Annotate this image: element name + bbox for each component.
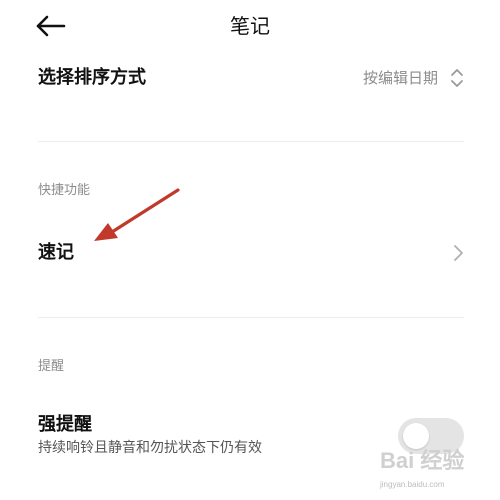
baidu-watermark: Bai 经验 jingyan.baidu.com <box>380 446 498 498</box>
watermark-main: Bai 经验 <box>380 448 465 473</box>
divider <box>38 317 464 318</box>
sort-order-value: 按编辑日期 <box>362 69 438 87</box>
chevron-right-icon <box>452 241 464 269</box>
chevron-up-down-icon <box>450 66 464 94</box>
strong-reminder-description: 持续响铃且静音和勿扰状态下仍有效 <box>38 440 262 456</box>
section-title-shortcuts: 快捷功能 <box>38 183 91 198</box>
strong-reminder-label: 强提醒 <box>38 414 92 435</box>
sort-order-row[interactable]: 选择排序方式 按编辑日期 <box>38 64 464 94</box>
quick-note-label: 速记 <box>38 242 74 263</box>
quick-note-row[interactable]: 速记 <box>38 238 464 268</box>
section-title-reminders: 提醒 <box>38 359 65 374</box>
sort-order-label: 选择排序方式 <box>38 67 146 88</box>
header: 笔记 <box>0 0 500 52</box>
watermark-sub: jingyan.baidu.com <box>380 480 445 489</box>
divider <box>38 141 464 142</box>
page-title: 笔记 <box>230 14 270 38</box>
